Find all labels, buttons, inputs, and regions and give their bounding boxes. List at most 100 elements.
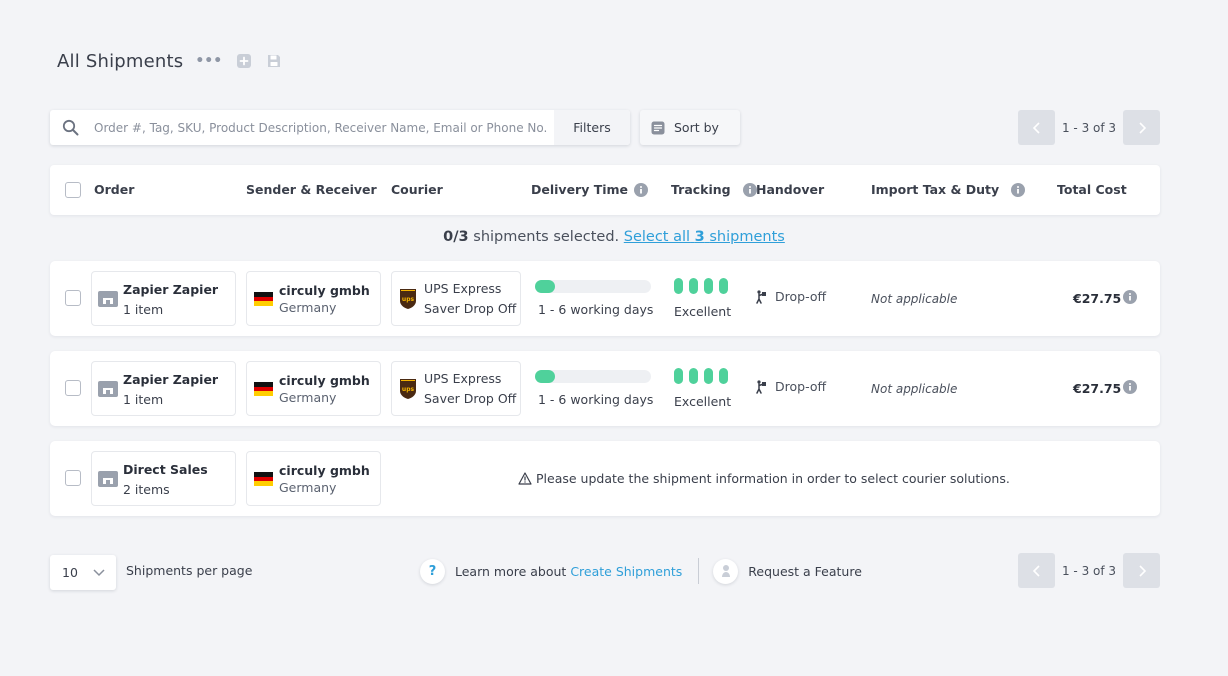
sender-cell[interactable]: circuly gmbh Germany — [246, 451, 381, 506]
courier-line1: UPS Express — [424, 371, 502, 386]
chevron-right-icon — [1138, 121, 1146, 134]
select-all-checkbox[interactable] — [65, 182, 81, 198]
chevron-down-icon — [93, 569, 105, 577]
per-page-value: 10 — [62, 565, 78, 580]
column-sender-receiver[interactable]: Sender & Receiver — [246, 182, 377, 197]
chevron-left-icon — [1032, 564, 1040, 577]
learn-more: Learn more about Create Shipments — [455, 563, 683, 579]
pagination-text: 1 - 3 of 3 — [1061, 563, 1117, 578]
next-page-button[interactable] — [1123, 553, 1160, 588]
order-cell[interactable]: Zapier Zapier 1 item — [91, 361, 236, 416]
order-name: Direct Sales — [123, 462, 208, 477]
column-tracking[interactable]: Tracking — [671, 182, 757, 197]
total-cost: €27.75 — [1073, 381, 1122, 396]
tracking-rating: Excellent — [674, 304, 732, 319]
select-all-link[interactable]: Select all 3 shipments — [624, 229, 785, 245]
per-page-select[interactable]: 10 — [50, 555, 116, 590]
chevron-left-icon — [1032, 121, 1040, 134]
drop-off-icon — [756, 289, 766, 304]
sender-country: Germany — [279, 390, 337, 405]
sort-by-button[interactable]: Sort by — [640, 110, 740, 145]
column-order[interactable]: Order — [94, 182, 134, 197]
courier-cell[interactable]: ups UPS Express Saver Drop Off — [391, 271, 521, 326]
import-tax: Not applicable — [871, 292, 958, 306]
footer-help: ? Learn more about Create Shipments Requ… — [420, 557, 862, 585]
search-input[interactable] — [90, 110, 554, 145]
ups-logo-icon: ups — [400, 379, 416, 399]
column-import-tax[interactable]: Import Tax & Duty — [871, 182, 1026, 197]
top-pagination: 1 - 3 of 3 — [1018, 110, 1160, 145]
page-header: All Shipments ••• — [57, 48, 282, 74]
prev-page-button[interactable] — [1018, 110, 1055, 145]
drop-off-icon — [756, 379, 766, 394]
shipment-row[interactable]: Zapier Zapier 1 item circuly gmbh German… — [50, 351, 1160, 426]
column-delivery-time[interactable]: Delivery Time — [531, 182, 649, 197]
delivery-progress-bar — [535, 370, 651, 383]
courier-cell[interactable]: ups UPS Express Saver Drop Off — [391, 361, 521, 416]
divider — [698, 558, 700, 584]
prev-page-button[interactable] — [1018, 553, 1055, 588]
warning-icon — [518, 472, 532, 485]
row-checkbox[interactable] — [65, 380, 81, 396]
search-bar: Filters — [50, 110, 630, 145]
chevron-right-icon — [1138, 564, 1146, 577]
selection-summary: 0/3 shipments selected. Select all 3 shi… — [0, 229, 1228, 245]
info-icon[interactable] — [1011, 182, 1026, 197]
sender-name: circuly gmbh — [279, 373, 370, 388]
request-feature-icon[interactable] — [713, 558, 739, 584]
selected-count: 0/3 — [443, 229, 469, 245]
total-cost: €27.75 — [1073, 291, 1122, 306]
order-cell[interactable]: Direct Sales 2 items — [91, 451, 236, 506]
pagination-text: 1 - 3 of 3 — [1061, 120, 1117, 135]
order-items: 1 item — [123, 392, 164, 407]
plus-square-icon[interactable] — [236, 53, 252, 69]
sender-country: Germany — [279, 480, 337, 495]
sender-cell[interactable]: circuly gmbh Germany — [246, 361, 381, 416]
order-name: Zapier Zapier — [123, 282, 219, 297]
request-feature-link[interactable]: Request a Feature — [748, 564, 862, 579]
tracking-rating-pills — [674, 278, 728, 294]
svg-text:ups: ups — [402, 386, 415, 393]
germany-flag-icon — [254, 472, 273, 487]
delivery-days: 1 - 6 working days — [538, 392, 654, 407]
info-icon[interactable] — [1123, 380, 1137, 394]
per-page-label: Shipments per page — [126, 563, 253, 578]
ups-logo-icon: ups — [400, 289, 416, 309]
tracking-rating: Excellent — [674, 394, 732, 409]
column-total-cost[interactable]: Total Cost — [1057, 182, 1127, 197]
info-icon[interactable] — [1123, 290, 1137, 304]
create-shipments-link[interactable]: Create Shipments — [570, 564, 682, 579]
floppy-disk-icon[interactable] — [266, 53, 282, 69]
sender-cell[interactable]: circuly gmbh Germany — [246, 271, 381, 326]
row-checkbox[interactable] — [65, 470, 81, 486]
import-tax: Not applicable — [871, 382, 958, 396]
order-items: 1 item — [123, 302, 164, 317]
info-icon[interactable] — [742, 182, 757, 197]
column-handover[interactable]: Handover — [756, 182, 824, 197]
delivery-progress-fill — [535, 370, 555, 383]
row-checkbox[interactable] — [65, 290, 81, 306]
order-cell[interactable]: Zapier Zapier 1 item — [91, 271, 236, 326]
filters-button[interactable]: Filters — [554, 110, 630, 145]
courier-line2: Saver Drop Off — [424, 301, 517, 316]
selection-text: shipments selected. — [473, 229, 620, 245]
title-actions: ••• — [195, 53, 282, 69]
info-icon[interactable] — [634, 182, 649, 197]
germany-flag-icon — [254, 382, 273, 397]
column-courier[interactable]: Courier — [391, 182, 443, 197]
shipment-row[interactable]: Zapier Zapier 1 item circuly gmbh German… — [50, 261, 1160, 336]
delivery-days: 1 - 6 working days — [538, 302, 654, 317]
ellipsis-icon[interactable]: ••• — [195, 53, 222, 69]
bottom-pagination: 1 - 3 of 3 — [1018, 553, 1160, 588]
order-name: Zapier Zapier — [123, 372, 219, 387]
sort-by-label: Sort by — [674, 120, 719, 135]
next-page-button[interactable] — [1123, 110, 1160, 145]
shipment-row[interactable]: Direct Sales 2 items circuly gmbh German… — [50, 441, 1160, 516]
svg-text:ups: ups — [402, 296, 415, 303]
courier-line1: UPS Express — [424, 281, 502, 296]
handover-method: Drop-off — [755, 289, 826, 304]
germany-flag-icon — [254, 292, 273, 307]
tracking-rating-pills — [674, 368, 728, 384]
sender-country: Germany — [279, 300, 337, 315]
help-question-icon[interactable]: ? — [420, 558, 445, 584]
